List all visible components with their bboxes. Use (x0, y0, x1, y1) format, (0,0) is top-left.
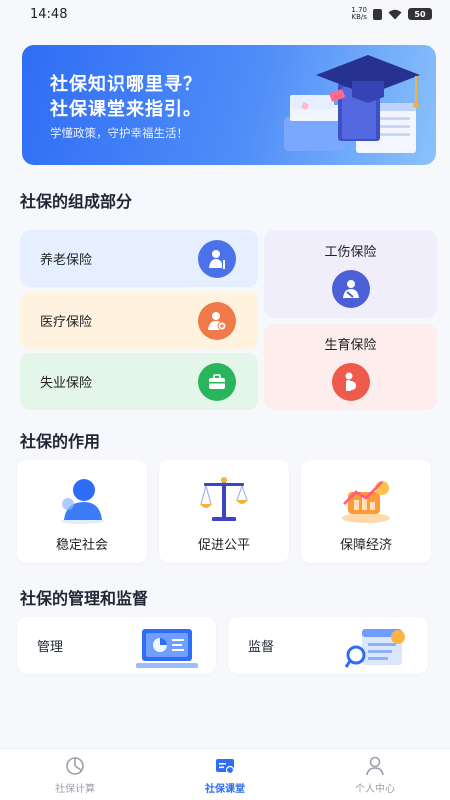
tab-calculator-label: 社保计算 (55, 783, 95, 795)
briefcase-icon (198, 362, 236, 401)
injured-person-icon (331, 269, 370, 308)
management-card[interactable]: 管理 (17, 617, 216, 674)
promo-banner[interactable]: 社保知识哪里寻？ 社保课堂来指引。 学懂政策，守护幸福生活！ (22, 45, 436, 165)
status-icons: 1.70 KB/s 50 (351, 7, 432, 21)
status-time: 14:48 (30, 6, 68, 22)
role-card-secure-economy[interactable]: 保障经济 (301, 460, 431, 563)
tab-classroom[interactable]: 社保课堂 (150, 749, 300, 800)
role-economy-label: 保障经济 (339, 538, 392, 553)
pregnancy-icon (331, 362, 370, 401)
injury-insurance-label: 工伤保险 (324, 244, 377, 260)
pension-insurance-label: 养老保险 (40, 253, 93, 268)
medical-person-icon (198, 301, 236, 340)
tab-classroom-label: 社保课堂 (205, 783, 245, 795)
supervision-label: 监督 (248, 640, 275, 655)
status-bar: 14:48 1.70 KB/s 50 (0, 0, 450, 28)
role-card-promote-fairness[interactable]: 促进公平 (159, 460, 289, 563)
composition-section-title: 社保的组成部分 (20, 192, 133, 211)
graduation-cap-books-illustration (284, 55, 420, 153)
medical-insurance-card[interactable]: 医疗保险 (20, 292, 258, 349)
injury-insurance-card[interactable]: 工伤保险 (264, 230, 437, 318)
banner-subtitle: 学懂政策，守护幸福生活！ (50, 126, 188, 140)
banner-headline-1: 社保知识哪里寻？ (50, 74, 202, 95)
network-speed: 1.70 KB/s (351, 6, 367, 21)
wifi-icon (388, 9, 402, 19)
sim-card-icon (373, 8, 382, 20)
role-fairness-label: 促进公平 (197, 538, 250, 553)
scale-icon (200, 477, 248, 521)
supervision-card[interactable]: 监督 (228, 617, 428, 674)
banner-headline-2: 社保课堂来指引。 (50, 99, 202, 120)
economy-chart-icon (342, 481, 390, 523)
management-section-title: 社保的管理和监督 (20, 589, 149, 608)
person-icon (366, 756, 384, 775)
battery-icon: 50 (408, 8, 432, 20)
roles-section-title: 社保的作用 (20, 432, 101, 451)
monitor-chart-icon (136, 629, 198, 668)
tab-profile[interactable]: 个人中心 (300, 749, 450, 800)
maternity-insurance-card[interactable]: 生育保险 (264, 324, 437, 410)
role-card-stabilize-society[interactable]: 稳定社会 (17, 460, 147, 563)
maternity-insurance-label: 生育保险 (324, 337, 377, 353)
tab-profile-label: 个人中心 (355, 783, 395, 795)
unemployment-insurance-card[interactable]: 失业保险 (20, 353, 258, 410)
classroom-icon (216, 758, 235, 774)
pension-insurance-card[interactable]: 养老保险 (20, 230, 258, 287)
calculator-icon (66, 756, 84, 775)
bottom-tab-bar: 社保计算 社保课堂 个人中心 (0, 748, 450, 800)
management-label: 管理 (37, 640, 64, 655)
medical-insurance-label: 医疗保险 (40, 315, 93, 330)
elderly-person-icon (198, 239, 236, 278)
role-stabilize-label: 稳定社会 (55, 538, 108, 553)
person-silhouette-icon (60, 479, 104, 524)
tab-calculator[interactable]: 社保计算 (0, 749, 150, 800)
unemployment-insurance-label: 失业保险 (40, 376, 93, 391)
document-review-icon (344, 629, 405, 668)
